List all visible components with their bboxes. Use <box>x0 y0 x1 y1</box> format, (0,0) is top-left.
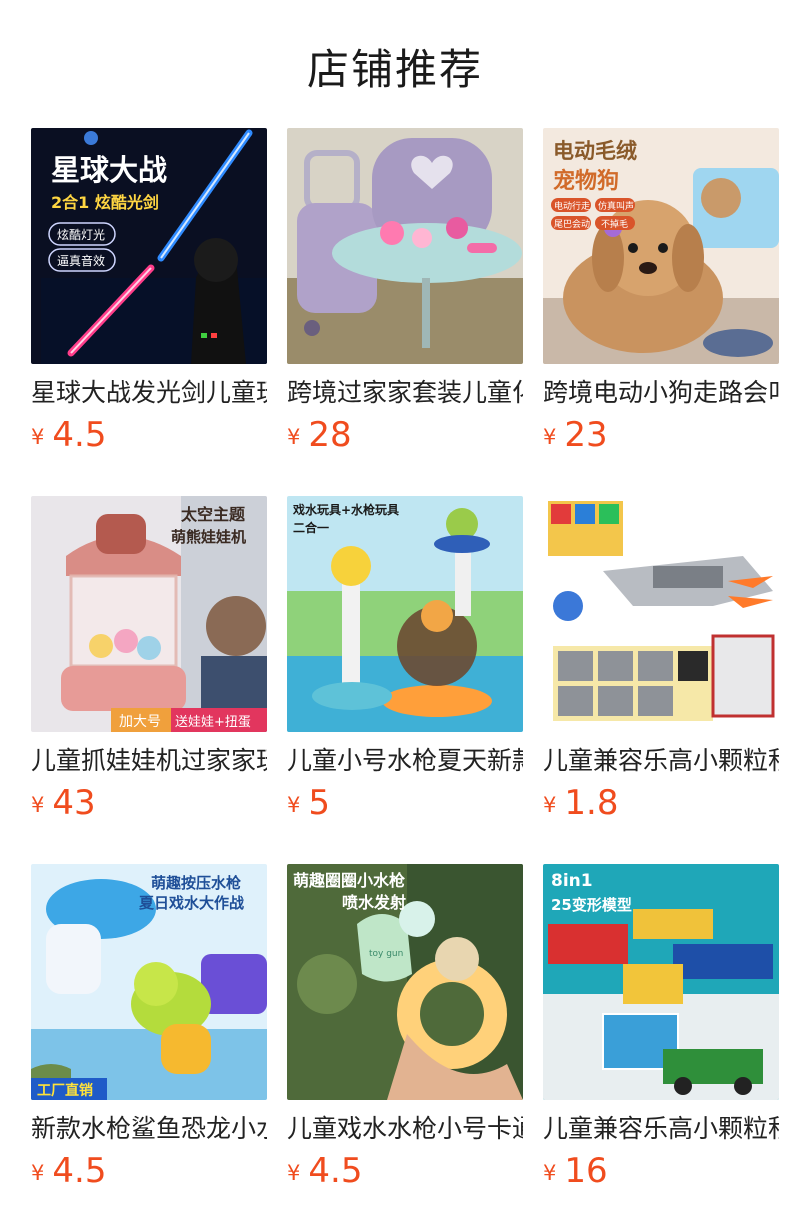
product-price: ¥43 <box>31 783 267 829</box>
product-card[interactable]: 电动毛绒 宠物狗 电动行走 仿真叫声 尾巴会动 不掉毛 跨境电动小狗走路会叫 ¥… <box>543 128 779 461</box>
product-image-claw-machine[interactable]: 加大号 送娃娃+扭蛋 太空主题 萌熊娃娃机 <box>31 496 267 732</box>
image-text: 2合1 炫酷光剑 <box>51 193 159 212</box>
image-text: 二合一 <box>293 520 329 535</box>
product-price: ¥28 <box>287 415 523 461</box>
product-card[interactable]: 跨境过家家套装儿童化妆箱 ¥28 <box>287 128 523 461</box>
image-text: 萌趣按压水枪 <box>151 874 241 892</box>
image-text: 仿真叫声 <box>598 200 634 212</box>
image-text: 炫酷灯光 <box>57 227 105 242</box>
currency-symbol: ¥ <box>287 425 301 449</box>
image-text: 25变形模型 <box>551 896 632 914</box>
currency-symbol: ¥ <box>543 793 557 817</box>
currency-symbol: ¥ <box>543 1161 557 1185</box>
image-text: 萌趣圈圈小水枪 <box>293 871 405 890</box>
image-text: 戏水玩具+水枪玩具 <box>292 502 399 517</box>
product-price: ¥1.8 <box>543 783 779 829</box>
image-text: 电动行走 <box>554 200 590 212</box>
image-text: 夏日戏水大作战 <box>138 894 244 912</box>
product-image-ring-water-gun[interactable]: 萌趣圈圈小水枪 喷水发射 toy gun <box>287 864 523 1100</box>
price-value: 16 <box>564 1151 608 1191</box>
image-text: 送娃娃+扭蛋 <box>175 715 251 730</box>
image-text: 电动毛绒 <box>553 139 637 163</box>
image-text: 8in1 <box>551 871 593 891</box>
price-value: 43 <box>52 783 96 823</box>
image-text: 喷水发射 <box>342 893 406 912</box>
product-price: ¥4.5 <box>287 1151 523 1197</box>
product-name[interactable]: 跨境电动小狗走路会叫 <box>543 377 779 409</box>
product-image-plush-dog[interactable]: 电动毛绒 宠物狗 电动行走 仿真叫声 尾巴会动 不掉毛 <box>543 128 779 364</box>
currency-symbol: ¥ <box>31 793 45 817</box>
image-text: toy gun <box>369 949 403 959</box>
product-name[interactable]: 星球大战发光剑儿童玩具 <box>31 377 267 409</box>
product-price: ¥4.5 <box>31 415 267 461</box>
price-value: 4.5 <box>52 415 107 455</box>
product-name[interactable]: 儿童兼容乐高小颗粒积木 <box>543 1113 779 1145</box>
product-name[interactable]: 跨境过家家套装儿童化妆箱 <box>287 377 523 409</box>
product-image-vehicle-blocks[interactable]: 8in1 25变形模型 <box>543 864 779 1100</box>
product-name[interactable]: 儿童戏水水枪小号卡通 <box>287 1113 523 1145</box>
image-text: 逼真音效 <box>57 253 105 268</box>
currency-symbol: ¥ <box>287 793 301 817</box>
product-card[interactable]: 加大号 送娃娃+扭蛋 太空主题 萌熊娃娃机 儿童抓娃娃机过家家玩具 ¥43 <box>31 496 267 829</box>
product-name[interactable]: 儿童抓娃娃机过家家玩具 <box>31 745 267 777</box>
currency-symbol: ¥ <box>31 1161 45 1185</box>
product-card[interactable]: 8in1 25变形模型 儿童兼容乐高小颗粒积木 ¥16 <box>543 864 779 1197</box>
product-price: ¥5 <box>287 783 523 829</box>
price-value: 1.8 <box>564 783 619 823</box>
product-image-makeup-suitcase[interactable] <box>287 128 523 364</box>
product-grid: 星球大战 2合1 炫酷光剑 炫酷灯光 逼真音效 星球大战发光剑儿童玩具 ¥4.5 <box>0 0 790 1232</box>
image-text: 工厂直销 <box>37 1082 93 1099</box>
price-value: 5 <box>308 783 331 823</box>
currency-symbol: ¥ <box>31 425 45 449</box>
product-price: ¥16 <box>543 1151 779 1197</box>
image-text: 宠物狗 <box>553 168 619 194</box>
product-image-shark-dino-water-gun[interactable]: 萌趣按压水枪 夏日戏水大作战 工厂直销 <box>31 864 267 1100</box>
image-text: 不掉毛 <box>601 218 628 230</box>
product-name[interactable]: 新款水枪鲨鱼恐龙小水枪 <box>31 1113 267 1145</box>
product-image-building-blocks[interactable] <box>543 496 779 732</box>
product-name[interactable]: 儿童小号水枪夏天新款玩具 <box>287 745 523 777</box>
product-price: ¥4.5 <box>31 1151 267 1197</box>
image-text: 萌熊娃娃机 <box>171 528 246 546</box>
product-card[interactable]: 星球大战 2合1 炫酷光剑 炫酷灯光 逼真音效 星球大战发光剑儿童玩具 ¥4.5 <box>31 128 267 461</box>
price-value: 4.5 <box>308 1151 363 1191</box>
product-name[interactable]: 儿童兼容乐高小颗粒积木 <box>543 745 779 777</box>
product-price: ¥23 <box>543 415 779 461</box>
product-card[interactable]: 戏水玩具+水枪玩具 二合一 儿童小号水枪夏天新款玩具 ¥5 <box>287 496 523 829</box>
image-text: 加大号 <box>119 714 161 730</box>
currency-symbol: ¥ <box>287 1161 301 1185</box>
price-value: 4.5 <box>52 1151 107 1191</box>
price-value: 28 <box>308 415 352 455</box>
product-card[interactable]: 萌趣圈圈小水枪 喷水发射 toy gun 儿童戏水水枪小号卡通 ¥4.5 <box>287 864 523 1197</box>
image-text: 太空主题 <box>180 505 246 524</box>
currency-symbol: ¥ <box>543 425 557 449</box>
image-text: 尾巴会动 <box>554 218 590 230</box>
product-image-lightsaber[interactable]: 星球大战 2合1 炫酷光剑 炫酷灯光 逼真音效 <box>31 128 267 364</box>
product-card[interactable]: 萌趣按压水枪 夏日戏水大作战 工厂直销 新款水枪鲨鱼恐龙小水枪 ¥4.5 <box>31 864 267 1197</box>
product-card[interactable]: 儿童兼容乐高小颗粒积木 ¥1.8 <box>543 496 779 829</box>
price-value: 23 <box>564 415 608 455</box>
image-text: 星球大战 <box>51 153 167 187</box>
product-image-water-toys[interactable]: 戏水玩具+水枪玩具 二合一 <box>287 496 523 732</box>
